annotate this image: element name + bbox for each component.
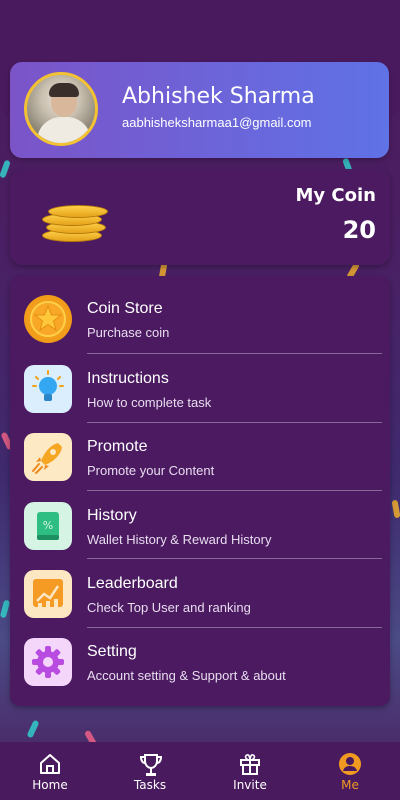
lightbulb-icon bbox=[24, 365, 72, 413]
user-icon bbox=[339, 753, 361, 775]
divider bbox=[87, 627, 382, 628]
history-book-icon: % bbox=[24, 502, 72, 550]
coin-value: 20 bbox=[342, 216, 376, 244]
profile-email: aabhisheksharmaa1@gmail.com bbox=[122, 115, 312, 130]
menu-item-setting[interactable]: Setting Account setting & Support & abou… bbox=[10, 629, 390, 697]
menu-subtitle: Check Top User and ranking bbox=[87, 600, 251, 615]
menu-item-instructions[interactable]: Instructions How to complete task bbox=[10, 356, 390, 424]
menu-subtitle: Account setting & Support & about bbox=[87, 668, 286, 683]
divider bbox=[87, 490, 382, 491]
menu-subtitle: Promote your Content bbox=[87, 463, 215, 478]
nav-invite[interactable]: Invite bbox=[200, 742, 300, 800]
menu-title: History bbox=[87, 507, 137, 524]
gift-icon bbox=[240, 754, 260, 775]
menu-subtitle: Wallet History & Reward History bbox=[87, 532, 272, 547]
nav-home[interactable]: Home bbox=[0, 742, 100, 800]
home-icon bbox=[40, 754, 60, 774]
nav-me[interactable]: Me bbox=[300, 742, 400, 800]
nav-label: Me bbox=[341, 778, 359, 792]
leaderboard-chart-icon bbox=[24, 570, 72, 618]
nav-label: Invite bbox=[233, 778, 267, 792]
trophy-icon bbox=[139, 754, 163, 776]
nav-tasks[interactable]: Tasks bbox=[100, 742, 200, 800]
star-coin-icon bbox=[24, 295, 72, 343]
gear-icon bbox=[24, 638, 72, 686]
bottom-nav: Home Tasks Invite Me bbox=[0, 742, 400, 800]
svg-text:%: % bbox=[43, 519, 53, 532]
menu-title: Leaderboard bbox=[87, 575, 178, 592]
menu-title: Coin Store bbox=[87, 300, 163, 317]
divider bbox=[87, 353, 382, 354]
menu-title: Instructions bbox=[87, 370, 169, 387]
menu-item-coin-store[interactable]: Coin Store Purchase coin bbox=[10, 286, 390, 354]
nav-label: Tasks bbox=[133, 778, 167, 792]
menu-subtitle: How to complete task bbox=[87, 395, 212, 410]
divider bbox=[87, 422, 382, 423]
menu-subtitle: Purchase coin bbox=[87, 325, 170, 340]
profile-name: Abhishek Sharma bbox=[122, 84, 315, 109]
menu-item-leaderboard[interactable]: Leaderboard Check Top User and ranking bbox=[10, 561, 390, 629]
divider bbox=[87, 558, 382, 559]
menu-title: Setting bbox=[87, 643, 137, 660]
menu-item-promote[interactable]: Promote Promote your Content bbox=[10, 424, 390, 492]
menu-title: Promote bbox=[87, 438, 148, 455]
nav-label: Home bbox=[32, 778, 68, 792]
rocket-icon bbox=[24, 433, 72, 481]
menu-item-history[interactable]: % History Wallet History & Reward Histor… bbox=[10, 493, 390, 561]
profile-card[interactable]: Abhishek Sharma aabhisheksharmaa1@gmail.… bbox=[10, 62, 389, 158]
coin-card: My Coin 20 bbox=[10, 169, 390, 265]
coin-title: My Coin bbox=[295, 185, 376, 206]
avatar[interactable] bbox=[24, 72, 98, 146]
coin-stack-icon bbox=[42, 203, 108, 243]
menu-card: Coin Store Purchase coin Instructions Ho… bbox=[10, 276, 390, 706]
